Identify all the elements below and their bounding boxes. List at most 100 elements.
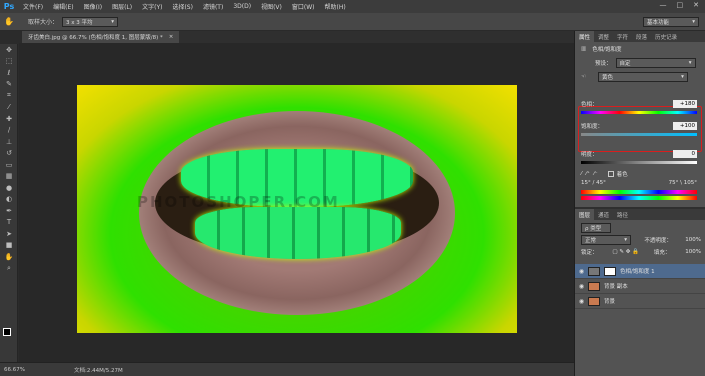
color-range-bar-top (581, 190, 697, 194)
zoom-level[interactable]: 66.67% (4, 367, 44, 373)
sample-size-select[interactable]: 3 x 3 平均 ▾ (62, 16, 119, 27)
menu-layer[interactable]: 图层(L) (107, 2, 137, 11)
zoom-tool-icon[interactable]: ⌕ (0, 263, 18, 275)
menu-filter[interactable]: 滤镜(T) (198, 2, 228, 11)
tab-adjustments[interactable]: 调整 (594, 31, 613, 42)
minimize-button[interactable]: — (660, 1, 667, 9)
saturation-input[interactable]: +100 (673, 122, 697, 130)
layer-name: 背景 (604, 299, 616, 305)
healing-brush-tool-icon[interactable]: ✚ (0, 113, 18, 125)
marquee-tool-icon[interactable]: ⬚ (0, 56, 18, 68)
hue-slider[interactable] (581, 111, 697, 114)
eyedropper-icon[interactable]: ⁄ (581, 171, 582, 177)
canvas-area[interactable]: PHOTOSHOPER.COM (19, 43, 574, 362)
layer-row[interactable]: ◉ 色相/饱和度 1 (575, 264, 705, 279)
fill-label: 填充： (653, 250, 671, 256)
lock-icon[interactable]: ▢ ✎ ✥ 🔒 (612, 249, 639, 255)
layer-kind-select[interactable]: ρ 类型 (581, 223, 611, 233)
maximize-button[interactable]: □ (677, 1, 684, 9)
fill-value[interactable]: 100% (685, 249, 701, 255)
saturation-slider[interactable] (581, 133, 697, 136)
menu-image[interactable]: 图像(I) (79, 2, 107, 11)
hue-saturation-icon: ▥ (581, 46, 587, 52)
panel-title: 色相/饱和度 (592, 47, 622, 53)
menu-type[interactable]: 文字(Y) (137, 2, 167, 11)
layer-mask-thumb[interactable] (604, 266, 616, 276)
blend-mode-select[interactable]: 正常 ▾ (581, 235, 631, 245)
lasso-tool-icon[interactable]: ℓ (0, 67, 18, 79)
preset-select[interactable]: 自定 ▾ (615, 58, 696, 68)
lightness-slider[interactable] (581, 161, 697, 164)
foreground-color-swatch[interactable] (3, 328, 11, 336)
menu-help[interactable]: 帮助(H) (320, 2, 351, 11)
menu-select[interactable]: 选择(S) (167, 2, 198, 11)
eyedropper-subtract-icon[interactable]: ⁄⁻ (594, 171, 598, 177)
layer-thumb (588, 296, 600, 306)
colorize-checkbox[interactable] (607, 171, 614, 177)
menu-view[interactable]: 视图(V) (256, 2, 287, 11)
brush-tool-icon[interactable]: ∕ (0, 125, 18, 137)
eraser-tool-icon[interactable]: ▭ (0, 159, 18, 171)
eyedropper-add-icon[interactable]: ⁄⁺ (586, 171, 590, 177)
preset-value: 自定 (619, 61, 631, 67)
document-tab[interactable]: 牙齿美白.jpg @ 66.7% (色相/饱和度 1, 图层蒙版/8) * × (22, 31, 180, 43)
layer-name: 色相/饱和度 1 (620, 269, 655, 275)
menu-file[interactable]: 文件(F) (18, 2, 48, 11)
path-select-tool-icon[interactable]: ➤ (0, 228, 18, 240)
document-image[interactable]: PHOTOSHOPER.COM (77, 85, 517, 333)
panel-dock: 属性 调整 字符 段落 历史记录 ▥ 色相/饱和度 预设： 自定 ▾ ☜ 黄色 ▾ … (574, 31, 705, 376)
lightness-input[interactable]: 0 (673, 150, 697, 158)
menu-3d[interactable]: 3D(D) (228, 3, 256, 10)
tab-paths[interactable]: 路径 (613, 209, 632, 220)
hand-tool-icon[interactable]: ✋ (0, 251, 18, 263)
properties-tabs: 属性 调整 字符 段落 历史记录 (575, 31, 705, 42)
targeted-adjustment-icon[interactable]: ☜ (581, 74, 586, 80)
close-button[interactable]: ✕ (693, 1, 699, 9)
blur-tool-icon[interactable]: ● (0, 182, 18, 194)
channel-select[interactable]: 黄色 ▾ (597, 72, 688, 82)
menu-window[interactable]: 窗口(W) (287, 2, 320, 11)
adjustment-header: ▥ 色相/饱和度 (581, 45, 622, 53)
menu-edit[interactable]: 编辑(E) (48, 2, 78, 11)
tab-layers[interactable]: 图层 (575, 209, 595, 220)
quick-select-tool-icon[interactable]: ✎ (0, 79, 18, 91)
workspace-select[interactable]: 基本功能 ▾ (643, 17, 699, 27)
chevron-down-icon: ▾ (111, 18, 115, 25)
tab-channels[interactable]: 通道 (594, 209, 613, 220)
type-tool-icon[interactable]: T (0, 217, 18, 229)
sample-size-value: 3 x 3 平均 (66, 19, 93, 26)
crop-tool-icon[interactable]: ⌗ (0, 90, 18, 102)
history-brush-tool-icon[interactable]: ↺ (0, 148, 18, 160)
eyedropper-tool-icon[interactable]: ⁄ (0, 102, 18, 114)
color-range-bar-bottom[interactable] (581, 196, 697, 200)
options-bar: ✋ 取样大小： 3 x 3 平均 ▾ 基本功能 ▾ (0, 13, 705, 31)
move-tool-icon[interactable]: ✥ (0, 44, 18, 56)
menu-bar: Ps 文件(F) 编辑(E) 图像(I) 图层(L) 文字(Y) 选择(S) 滤… (0, 0, 705, 13)
tab-character[interactable]: 字符 (613, 31, 632, 42)
chevron-down-icon: ▾ (688, 60, 692, 66)
layer-name: 背景 副本 (604, 284, 628, 290)
channel-value: 黄色 (601, 75, 613, 81)
tab-history[interactable]: 历史记录 (651, 31, 681, 42)
gradient-tool-icon[interactable]: ▦ (0, 171, 18, 183)
chevron-down-icon: ▾ (624, 237, 627, 243)
tab-paragraph[interactable]: 段落 (632, 31, 651, 42)
hue-input[interactable]: +180 (673, 100, 697, 108)
eye-icon[interactable]: ◉ (575, 268, 588, 275)
workspace-value: 基本功能 (647, 20, 670, 26)
clone-stamp-tool-icon[interactable]: ⊥ (0, 136, 18, 148)
lightness-row: 明度： 0 (581, 150, 697, 158)
lower-teeth (195, 207, 401, 259)
opacity-value[interactable]: 100% (685, 237, 701, 243)
layer-row[interactable]: ◉ 背景 副本 (575, 279, 705, 294)
layer-row[interactable]: ◉ 背景 (575, 294, 705, 309)
eye-icon[interactable]: ◉ (575, 283, 588, 290)
hand-tool-icon[interactable]: ✋ (0, 17, 18, 26)
eye-icon[interactable]: ◉ (575, 298, 588, 305)
dodge-tool-icon[interactable]: ◐ (0, 194, 18, 206)
document-info[interactable]: 文档:2.44M/5.27M (74, 366, 123, 374)
shape-tool-icon[interactable]: ■ (0, 240, 18, 252)
tab-properties[interactable]: 属性 (575, 31, 595, 42)
close-icon[interactable]: × (169, 34, 174, 40)
pen-tool-icon[interactable]: ✒ (0, 205, 18, 217)
